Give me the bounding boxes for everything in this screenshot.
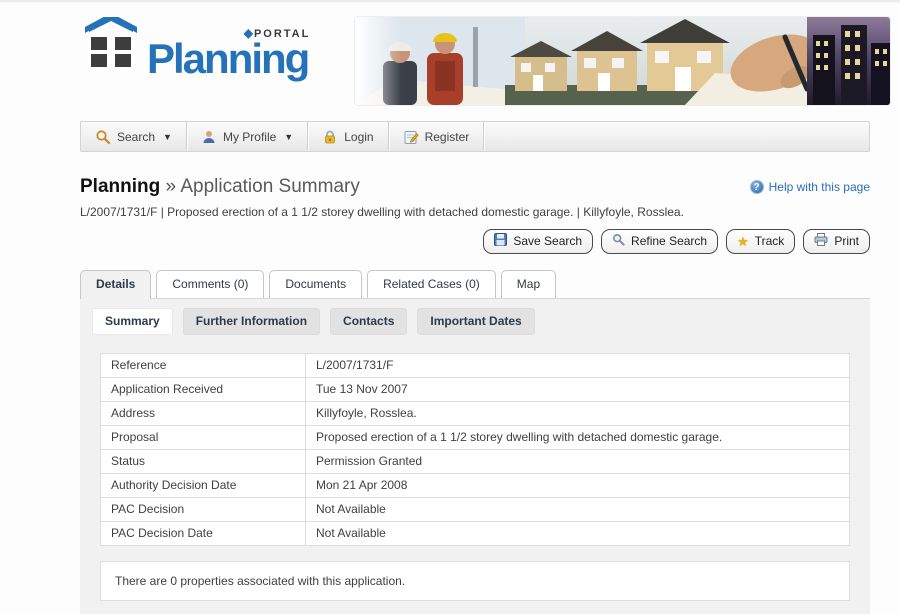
star-icon: ★ [737,235,749,248]
table-row: PAC Decision Date Not Available [101,522,850,546]
search-icon [95,129,111,145]
table-row: Status Permission Granted [101,450,850,474]
nav-label: Search [117,130,155,144]
associated-properties-note: There are 0 properties associated with t… [100,561,850,601]
save-icon [494,233,507,249]
print-button[interactable]: Print [803,229,870,254]
planning-portal-logo[interactable]: Planning ◆PORTAL [83,17,312,78]
table-row: PAC Decision Not Available [101,498,850,522]
main-tab-bar: Details Comments (0) Documents Related C… [80,270,870,298]
nav-label: My Profile [223,130,276,144]
planning-portal-page: Planning ◆PORTAL [0,3,900,613]
nav-label: Login [344,130,373,144]
nav-item-search[interactable]: Search ▼ [81,122,187,151]
row-label: Address [101,402,306,426]
breadcrumb-separator: » [166,176,177,197]
subtab-summary[interactable]: Summary [92,308,173,335]
row-value: Proposed erection of a 1 1/2 storey dwel… [306,426,850,450]
tab-details[interactable]: Details [80,270,151,299]
row-label: PAC Decision Date [101,522,306,546]
row-label: Authority Decision Date [101,474,306,498]
lock-icon [322,129,338,145]
user-icon [201,129,217,145]
row-value: Not Available [306,498,850,522]
application-summary-line: L/2007/1731/F | Proposed erection of a 1… [80,205,870,219]
save-search-button[interactable]: Save Search [483,229,593,254]
tab-map[interactable]: Map [501,270,556,298]
row-value: L/2007/1731/F [306,354,850,378]
button-label: Track [755,234,785,248]
row-label: Proposal [101,426,306,450]
breadcrumb-root: Planning [80,176,160,197]
row-value: Tue 13 Nov 2007 [306,378,850,402]
subtab-further-information[interactable]: Further Information [183,308,320,335]
breadcrumb-current: Application Summary [180,176,360,197]
printer-icon [814,233,828,249]
help-icon: ? [750,180,764,194]
nav-item-register[interactable]: Register [389,122,485,151]
sub-tab-bar: Summary Further Information Contacts Imp… [80,299,870,339]
nav-label: Register [425,130,470,144]
tab-comments[interactable]: Comments (0) [156,270,264,298]
row-label: Reference [101,354,306,378]
row-label: PAC Decision [101,498,306,522]
row-value: Permission Granted [306,450,850,474]
row-value: Mon 21 Apr 2008 [306,474,850,498]
table-row: Application Received Tue 13 Nov 2007 [101,378,850,402]
tab-related-cases[interactable]: Related Cases (0) [367,270,496,298]
action-button-bar: Save Search Refine Search ★ Track Print [80,229,870,254]
logo-wordmark: Planning ◆PORTAL [147,40,312,78]
help-with-this-page-link[interactable]: ? Help with this page [750,180,870,194]
row-value: Not Available [306,522,850,546]
table-row: Authority Decision Date Mon 21 Apr 2008 [101,474,850,498]
track-button[interactable]: ★ Track [726,229,795,254]
row-label: Status [101,450,306,474]
details-panel: Summary Further Information Contacts Imp… [80,298,870,614]
main-navbar: Search ▼ My Profile ▼ Login Reg [80,121,870,152]
nav-item-my-profile[interactable]: My Profile ▼ [187,122,308,151]
logo-portal-label: ◆PORTAL [244,28,311,40]
register-icon [403,129,419,145]
nav-item-login[interactable]: Login [308,122,388,151]
row-label: Application Received [101,378,306,402]
page-title: Planning » Application Summary [80,176,360,198]
button-label: Refine Search [631,234,707,248]
table-row: Reference L/2007/1731/F [101,354,850,378]
button-label: Print [834,234,859,248]
refine-search-button[interactable]: Refine Search [601,229,718,254]
chevron-down-icon: ▼ [163,132,172,142]
diamond-icon: ◆ [244,26,253,40]
magnifier-icon [612,233,625,249]
header-banner-image [355,17,890,105]
row-value: Killyfoyle, Rosslea. [306,402,850,426]
tab-documents[interactable]: Documents [269,270,362,298]
chevron-down-icon: ▼ [284,132,293,142]
button-label: Save Search [513,234,582,248]
table-row: Address Killyfoyle, Rosslea. [101,402,850,426]
application-details-table: Reference L/2007/1731/F Application Rece… [100,353,850,546]
table-row: Proposal Proposed erection of a 1 1/2 st… [101,426,850,450]
subtab-contacts[interactable]: Contacts [330,308,407,335]
house-logo-icon [83,17,139,74]
subtab-important-dates[interactable]: Important Dates [417,308,534,335]
help-link-label: Help with this page [769,180,870,194]
site-header: Planning ◆PORTAL [80,3,870,107]
